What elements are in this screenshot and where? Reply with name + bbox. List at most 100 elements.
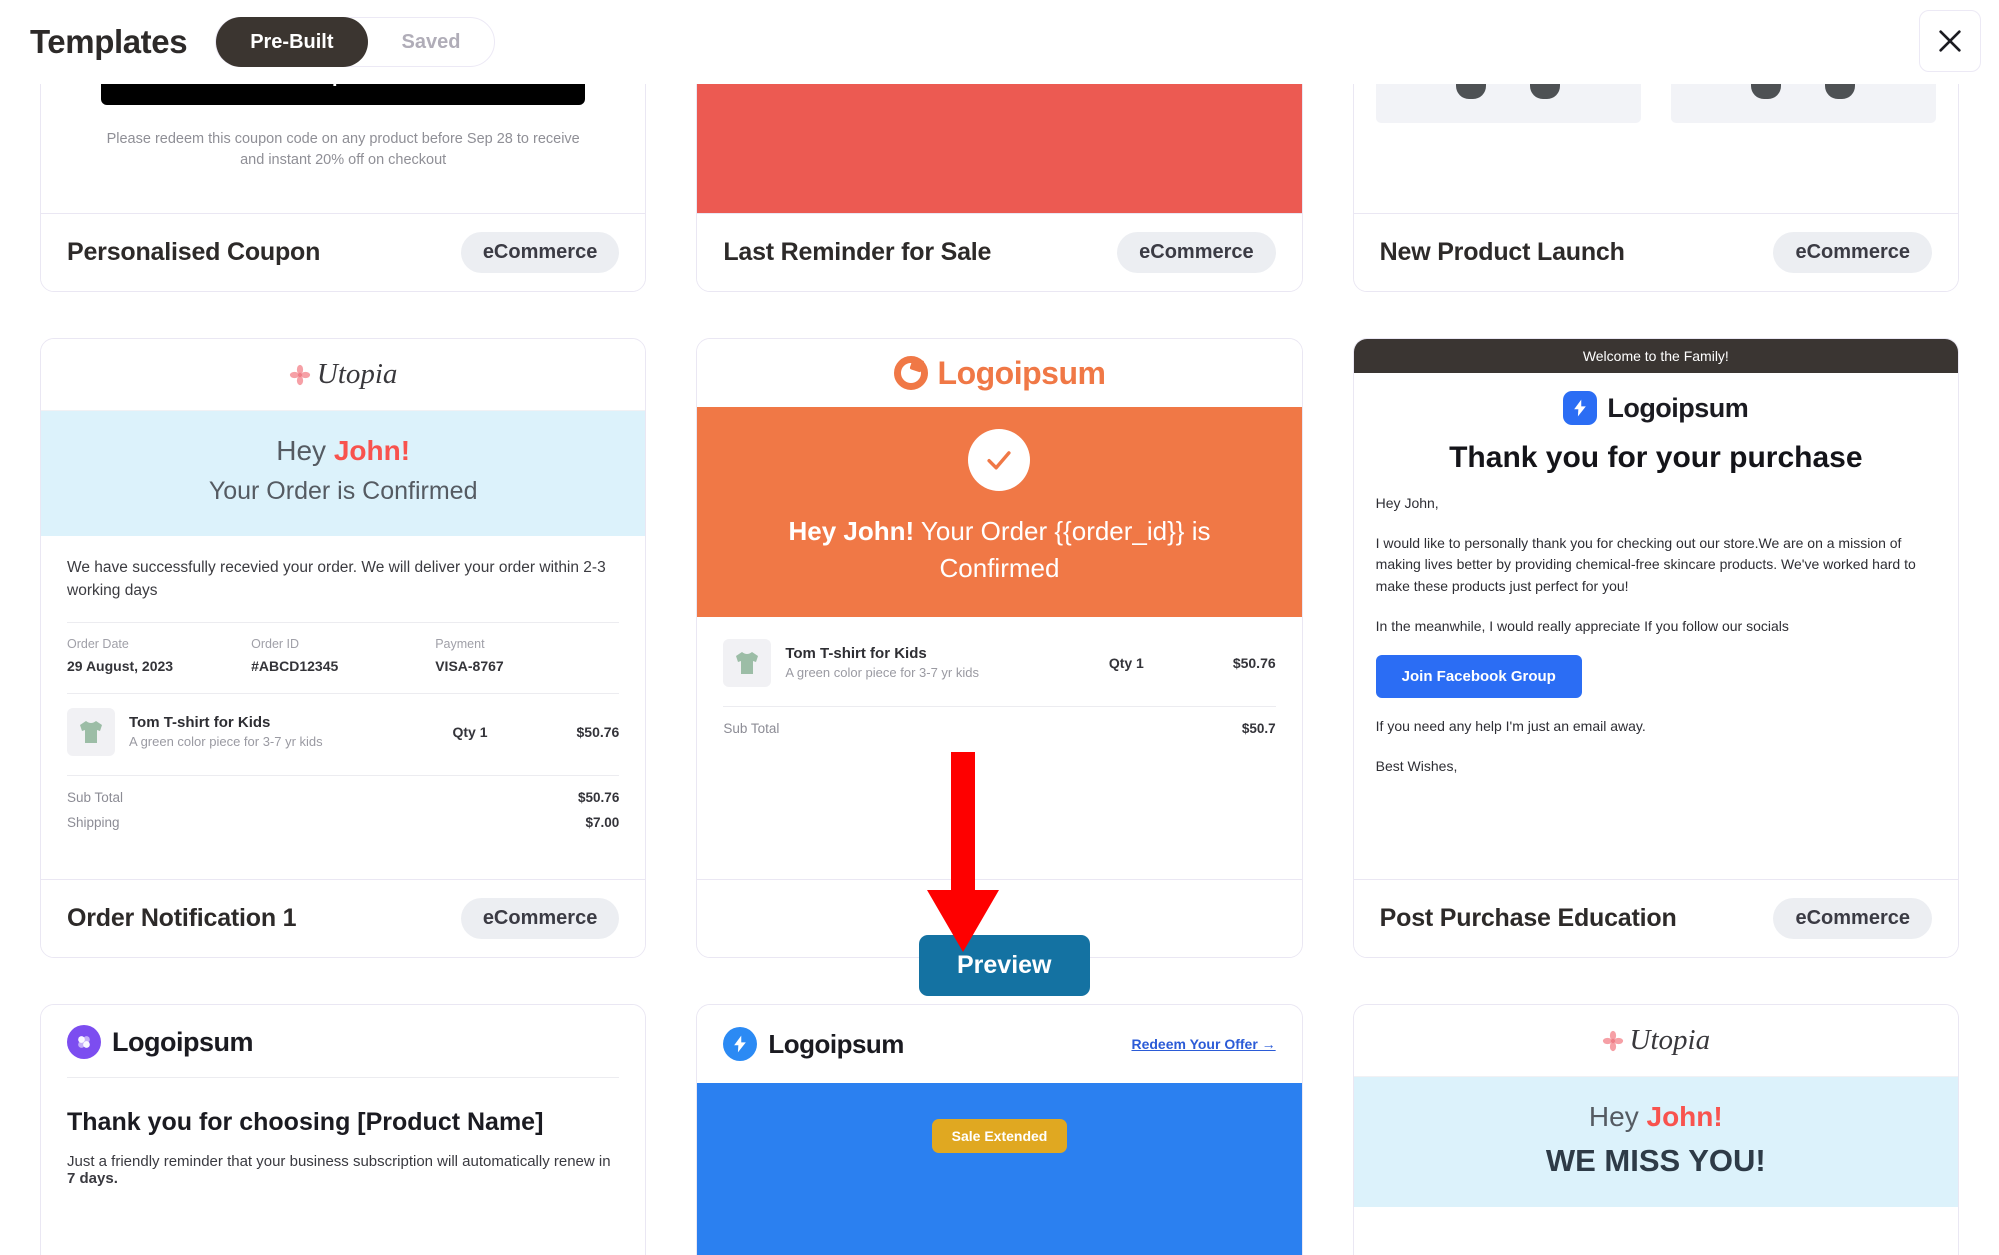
hero-subtitle: Your Order is Confirmed [208,477,478,505]
meta-value: VISA-8767 [435,657,504,674]
product-tile [1375,84,1641,123]
card-title: Order Notification 1 [67,904,297,932]
headphones-icon [1456,84,1561,99]
card-footer: New Product Launch eCommerce [1353,213,1958,291]
tshirt-icon [736,651,759,674]
tab-saved[interactable]: Saved [368,17,495,67]
divider [67,692,620,694]
meta-order-id: Order ID #ABCD12345 [251,637,435,674]
sale-extended-pill: Sale Extended [931,1119,1068,1153]
status-badge: eCommerce [460,232,620,273]
greeting: Hey John! [1354,1101,1958,1133]
paragraph: Just a friendly reminder that your busin… [41,1137,645,1187]
total-label: Sub Total [67,789,124,805]
join-facebook-group-button[interactable]: Join Facebook Group [1375,655,1582,699]
template-preview: Logoipsum Thank you for choosing [Produc… [41,1005,646,1255]
tab-pre-built[interactable]: Pre-Built [216,17,368,67]
coupon-note: Please redeem this coupon code on any pr… [101,129,585,171]
total-value: $50.7 [1241,720,1276,736]
shop-now-button[interactable]: Shop Now [101,84,586,105]
template-card-subscription-renewal[interactable]: Logoipsum Thank you for choosing [Produc… [40,1004,647,1255]
brand-name: Logoipsum [937,354,1106,391]
order-line-item: Tom T-shirt for Kids A green color piece… [67,707,619,756]
brand-header: Logoipsum Redeem Your Offer → [697,1005,1301,1083]
brand-header: Logoipsum [697,339,1301,407]
bolt-badge-icon [1563,391,1598,425]
logoipsum-flower-icon [67,1025,101,1059]
countdown-timer: 4:59:26 [914,84,1086,91]
coupon-note-line2: and instant 20% off on checkout [240,152,447,169]
product-desc: A green color piece for 3-7 yr kids [785,665,979,681]
page-title: Templates [30,23,188,60]
template-preview: Utopia Hey John! Your Order is Confirmed… [41,339,646,879]
paragraph-prefix: Just a friendly reminder that your busin… [67,1153,611,1170]
template-preview: Utopia Hey John! WE MISS YOU! [1353,1005,1958,1255]
meta-order-date: Order Date 29 August, 2023 [67,637,251,674]
meta-payment: Payment VISA-8767 [435,637,619,674]
order-meta: Order Date 29 August, 2023 Order ID #ABC… [67,637,619,674]
product-thumbnail [723,638,772,687]
total-label: Shipping [67,814,120,830]
total-value: $50.76 [578,789,620,805]
templates-modal: Templates Pre-Built Saved AWESOMW20 Shop… [0,0,1999,1255]
templates-grid[interactable]: AWESOMW20 Shop Now Please redeem this co… [0,84,1999,1255]
meta-value: 29 August, 2023 [67,657,174,674]
card-footer: Post Purchase Education eCommerce [1353,879,1958,957]
status-badge: eCommerce [460,898,620,939]
paragraph-4: Best Wishes, [1375,758,1458,775]
check-circle-icon [968,429,1031,491]
brand-header: Logoipsum [41,1005,645,1059]
paragraph-emphasis: 7 days. [67,1170,118,1187]
close-button[interactable] [1919,10,1981,72]
welcome-bar: Welcome to the Family! [1353,339,1958,373]
template-card-personalised-coupon[interactable]: AWESOMW20 Shop Now Please redeem this co… [40,84,647,292]
paragraph-3: If you need any help I'm just an email a… [1375,718,1646,735]
close-icon [1939,30,1961,52]
template-preview: AWESOMW20 Shop Now Please redeem this co… [41,84,646,213]
preview-button[interactable]: Preview [919,935,1090,996]
logoipsum-ring-icon [893,356,928,390]
brand-name: Logoipsum [112,1026,253,1057]
template-card-post-purchase-education[interactable]: Welcome to the Family! Logoipsum Thank y… [1352,338,1959,958]
brand-header: Utopia [41,339,646,411]
redeem-offer-link[interactable]: Redeem Your Offer → [1131,1036,1275,1052]
product-tile [1670,84,1936,123]
template-card-last-reminder-for-sale[interactable]: 30% off ends in 5hours 4:59:26 Last Remi… [696,84,1303,292]
card-footer: Personalised Coupon eCommerce [41,213,646,291]
flower-mark-icon [78,1036,90,1048]
modal-header: Templates Pre-Built Saved [0,0,1999,84]
template-card-sale-extended[interactable]: Logoipsum Redeem Your Offer → Sale Exten… [696,1004,1303,1255]
bolt-icon [734,1035,747,1053]
template-card-order-notification-1[interactable]: Utopia Hey John! Your Order is Confirmed… [40,338,647,958]
flower-icon [289,364,310,385]
template-card-we-miss-you[interactable]: Utopia Hey John! WE MISS YOU! [1352,1004,1959,1255]
status-badge: eCommerce [1117,232,1276,273]
card-title: Last Reminder for Sale [723,238,992,266]
bolt-circle-icon [723,1027,758,1061]
template-row-3: Logoipsum Thank you for choosing [Produc… [40,1004,1959,1255]
flower-icon [1602,1030,1623,1051]
template-row-2: Utopia Hey John! Your Order is Confirmed… [40,338,1959,958]
card-footer: Order Notification 1 eCommerce [41,879,646,957]
greeting-prefix: Hey [276,435,334,466]
status-badge: eCommerce [1773,898,1932,939]
brand-header: Logoipsum [1354,373,1958,429]
product-qty: Qty 1 [1108,654,1144,671]
bolt-icon [1574,399,1587,417]
paragraph-1: I would like to personally thank you for… [1375,534,1916,595]
meta-label: Order ID [251,636,300,651]
template-preview: Logoipsum Redeem Your Offer → Sale Exten… [697,1005,1302,1255]
greeting-name: John! [333,435,411,466]
template-row-1: AWESOMW20 Shop Now Please redeem this co… [40,84,1959,292]
product-name: Tom T-shirt for Kids [785,645,927,663]
template-preview: Logoipsum Hey John! Your Order {{order_i… [697,339,1302,879]
heading: Thank you for your purchase [1449,441,1863,474]
paragraph-2: In the meanwhile, I would really appreci… [1375,617,1789,634]
template-card-logoipsum-order-confirmed[interactable]: Logoipsum Hey John! Your Order {{order_i… [696,338,1303,958]
template-preview [1353,84,1958,213]
hero-banner: Hey John! Your Order {{order_id}} is Con… [697,407,1302,617]
hero-message: Hey John! Your Order {{order_id}} is Con… [737,513,1261,587]
template-card-new-product-launch[interactable]: New Product Launch eCommerce [1352,84,1959,292]
brand-name: Logoipsum [1607,392,1749,423]
hero-message-rest: Your Order {{order_id}} is Confirmed [914,516,1211,583]
